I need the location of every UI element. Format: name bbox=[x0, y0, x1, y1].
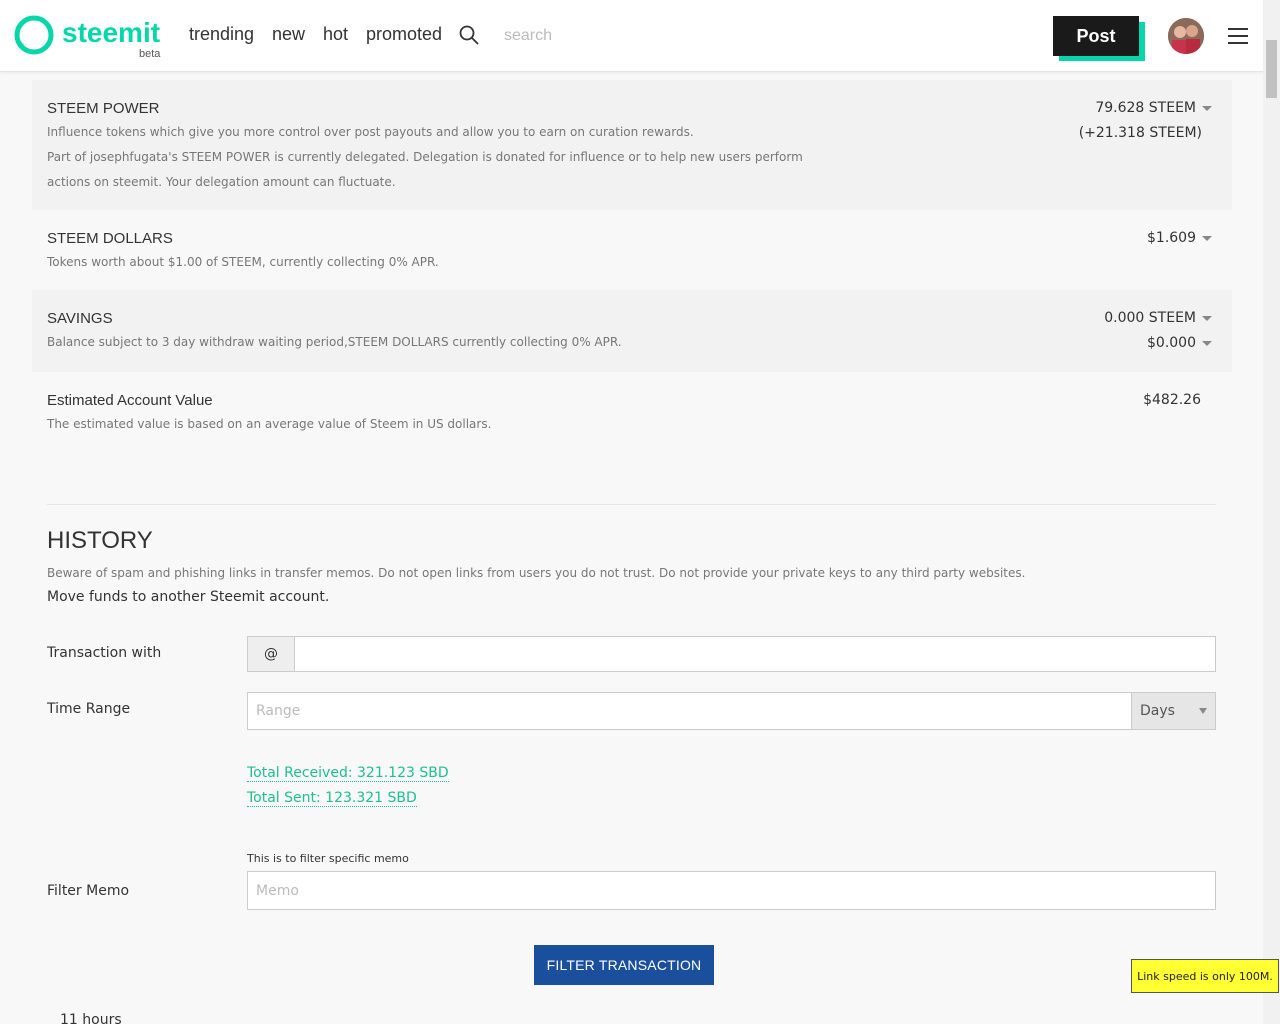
steem-power-value: 79.628 STEEM bbox=[1095, 100, 1196, 116]
steem-power-value-dropdown[interactable]: 79.628 STEEM bbox=[1095, 100, 1212, 116]
estimated-value-title: Estimated Account Value bbox=[47, 392, 213, 409]
top-header: steemit beta trending new hot promoted P… bbox=[0, 0, 1280, 72]
filter-memo-hint: This is to filter specific memo bbox=[247, 852, 409, 865]
history-warning: Beware of spam and phishing links in tra… bbox=[47, 566, 1026, 580]
savings-desc: Balance subject to 3 day withdraw waitin… bbox=[47, 335, 622, 349]
steem-power-delegated: (+21.318 STEEM) bbox=[1078, 125, 1202, 141]
filter-memo-label: Filter Memo bbox=[47, 883, 130, 899]
menu-icon[interactable] bbox=[1228, 28, 1248, 46]
chevron-down-icon bbox=[1202, 235, 1212, 241]
chevron-down-icon bbox=[1199, 708, 1207, 714]
time-range-input[interactable] bbox=[247, 692, 1132, 730]
history-subtitle: Move funds to another Steemit account. bbox=[47, 589, 330, 605]
steem-power-row: STEEM POWER Influence tokens which give … bbox=[32, 80, 1232, 210]
chevron-down-icon bbox=[1202, 315, 1212, 321]
chevron-down-icon bbox=[1202, 340, 1212, 346]
savings-sbd-dropdown[interactable]: $0.000 bbox=[1147, 335, 1212, 351]
history-title: HISTORY bbox=[47, 527, 153, 554]
steem-dollars-row: STEEM DOLLARS Tokens worth about $1.00 o… bbox=[32, 210, 1232, 290]
brand-beta-label: beta bbox=[139, 48, 161, 60]
estimated-value-amount: $482.26 bbox=[1143, 392, 1201, 408]
filter-memo-input[interactable] bbox=[247, 871, 1216, 910]
transaction-with-label: Transaction with bbox=[47, 645, 162, 661]
nav-hot[interactable]: hot bbox=[323, 24, 348, 45]
steem-power-desc: Influence tokens which give you more con… bbox=[47, 125, 694, 139]
vertical-scrollbar[interactable] bbox=[1263, 0, 1280, 1024]
steem-power-title: STEEM POWER bbox=[47, 100, 160, 117]
savings-steem-value: 0.000 STEEM bbox=[1104, 310, 1196, 326]
savings-steem-dropdown[interactable]: 0.000 STEEM bbox=[1104, 310, 1212, 326]
scrollbar-thumb[interactable] bbox=[1266, 40, 1277, 98]
avatar[interactable] bbox=[1168, 18, 1204, 54]
search-input[interactable] bbox=[494, 22, 794, 50]
filter-transaction-button[interactable]: FILTER TRANSACTION bbox=[534, 945, 714, 985]
savings-sbd-value: $0.000 bbox=[1147, 335, 1196, 351]
nav-new[interactable]: new bbox=[272, 24, 305, 45]
savings-row: SAVINGS Balance subject to 3 day withdra… bbox=[32, 290, 1232, 372]
savings-title: SAVINGS bbox=[47, 310, 113, 327]
brand-name[interactable]: steemit bbox=[62, 17, 160, 49]
steemit-logo-icon[interactable] bbox=[14, 15, 54, 55]
nav-promoted[interactable]: promoted bbox=[366, 24, 442, 45]
section-divider bbox=[47, 504, 1216, 505]
at-symbol-addon: @ bbox=[247, 636, 294, 672]
total-received-link[interactable]: Total Received: 321.123 SBD bbox=[247, 765, 449, 782]
time-range-unit-select[interactable]: Days bbox=[1131, 692, 1216, 730]
nav-trending[interactable]: trending bbox=[189, 24, 254, 45]
steem-dollars-value-dropdown[interactable]: $1.609 bbox=[1147, 230, 1212, 246]
chevron-down-icon bbox=[1202, 105, 1212, 111]
steem-dollars-title: STEEM DOLLARS bbox=[47, 230, 173, 247]
estimated-value-row: Estimated Account Value The estimated va… bbox=[32, 372, 1232, 452]
time-range-unit-value: Days bbox=[1140, 703, 1175, 719]
transaction-time-partial: 11 hours bbox=[60, 1012, 122, 1024]
time-range-label: Time Range bbox=[47, 701, 131, 717]
estimated-value-desc: The estimated value is based on an avera… bbox=[47, 417, 492, 431]
steem-dollars-value: $1.609 bbox=[1147, 230, 1196, 246]
steem-dollars-desc: Tokens worth about $1.00 of STEEM, curre… bbox=[47, 255, 439, 269]
transaction-with-input[interactable] bbox=[294, 636, 1216, 672]
link-speed-tooltip: Link speed is only 100M. bbox=[1131, 959, 1279, 993]
total-sent-link[interactable]: Total Sent: 123.321 SBD bbox=[247, 790, 417, 807]
steem-power-delegation-desc: Part of josephfugata's STEEM POWER is cu… bbox=[47, 150, 803, 164]
post-button[interactable]: Post bbox=[1053, 16, 1139, 56]
search-icon[interactable] bbox=[459, 25, 479, 45]
steem-power-delegation-desc-2: actions on steemit. Your delegation amou… bbox=[47, 175, 396, 189]
avatar-image bbox=[1168, 18, 1204, 54]
